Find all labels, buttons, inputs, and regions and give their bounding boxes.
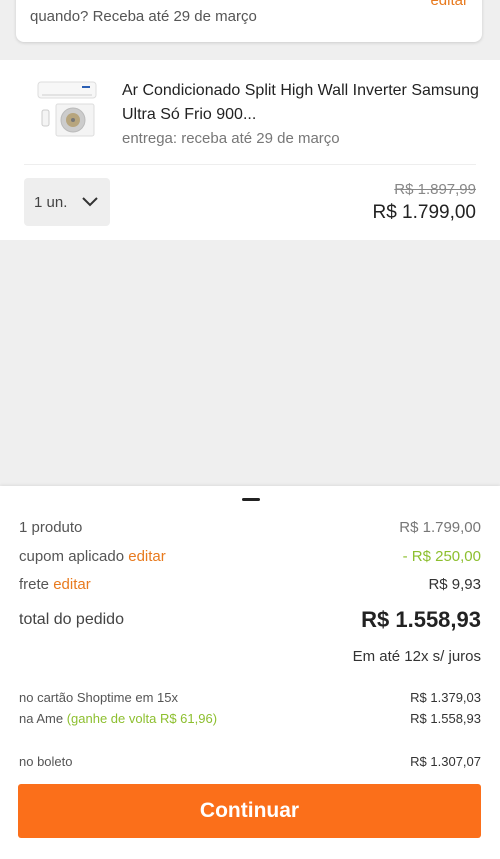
total-value: R$ 1.558,93 xyxy=(361,607,481,632)
products-value: R$ 1.799,00 xyxy=(399,519,481,536)
price-current: R$ 1.799,00 xyxy=(372,202,476,223)
installments-info: Em até 12x s/ juros xyxy=(352,648,481,665)
summary-total-row: total do pedido R$ 1.558,93 xyxy=(19,607,481,633)
drag-handle[interactable] xyxy=(242,498,260,501)
boleto-payment-row: no boleto R$ 1.307,07 xyxy=(19,754,481,769)
quantity-value: 1 un. xyxy=(34,193,68,211)
shipping-label: frete xyxy=(19,576,50,593)
ame-payment-row: na Ame (ganhe de volta R$ 61,96) R$ 1.55… xyxy=(19,711,481,726)
coupon-discount-value: - R$ 250,00 xyxy=(402,548,481,565)
card-payment-row: no cartão Shoptime em 15x R$ 1.379,03 xyxy=(19,690,481,705)
delivery-card: editar quando? Receba até 29 de março xyxy=(16,0,482,42)
quantity-select[interactable]: 1 un. xyxy=(24,178,110,226)
boleto-value: R$ 1.307,07 xyxy=(410,754,481,769)
product-title[interactable]: Ar Condicionado Split High Wall Inverter… xyxy=(122,79,482,127)
divider xyxy=(24,164,476,165)
card-label: no cartão Shoptime em 15x xyxy=(19,690,178,705)
summary-shipping-row: frete editar R$ 9,93 xyxy=(19,576,481,593)
product-delivery-info: entrega: receba até 29 de março xyxy=(122,130,340,147)
card-value: R$ 1.379,03 xyxy=(410,690,481,705)
ame-value: R$ 1.558,93 xyxy=(410,711,481,726)
ame-label: na Ame xyxy=(19,711,64,726)
air-conditioner-icon[interactable] xyxy=(36,80,98,138)
shipping-value: R$ 9,93 xyxy=(428,576,481,593)
shipping-edit-link[interactable]: editar xyxy=(53,576,91,593)
boleto-label: no boleto xyxy=(19,754,73,769)
chevron-down-icon xyxy=(82,197,99,207)
products-label: 1 produto xyxy=(19,519,83,536)
ame-cashback: (ganhe de volta R$ 61,96) xyxy=(66,711,218,726)
delivery-edit-link[interactable]: editar xyxy=(430,0,468,9)
coupon-label: cupom aplicado xyxy=(19,548,125,565)
summary-coupon-row: cupom aplicado editar - R$ 250,00 xyxy=(19,548,481,565)
continue-button[interactable]: Continuar xyxy=(18,784,481,838)
coupon-edit-link[interactable]: editar xyxy=(128,548,166,565)
summary-products-row: 1 produto R$ 1.799,00 xyxy=(19,519,481,536)
total-label: total do pedido xyxy=(19,611,124,628)
price-original: R$ 1.897,99 xyxy=(394,181,476,198)
delivery-text: quando? Receba até 29 de março xyxy=(30,8,257,25)
cart-item: Ar Condicionado Split High Wall Inverter… xyxy=(0,60,500,240)
order-summary-panel: 1 produto R$ 1.799,00 cupom aplicado edi… xyxy=(0,486,500,859)
